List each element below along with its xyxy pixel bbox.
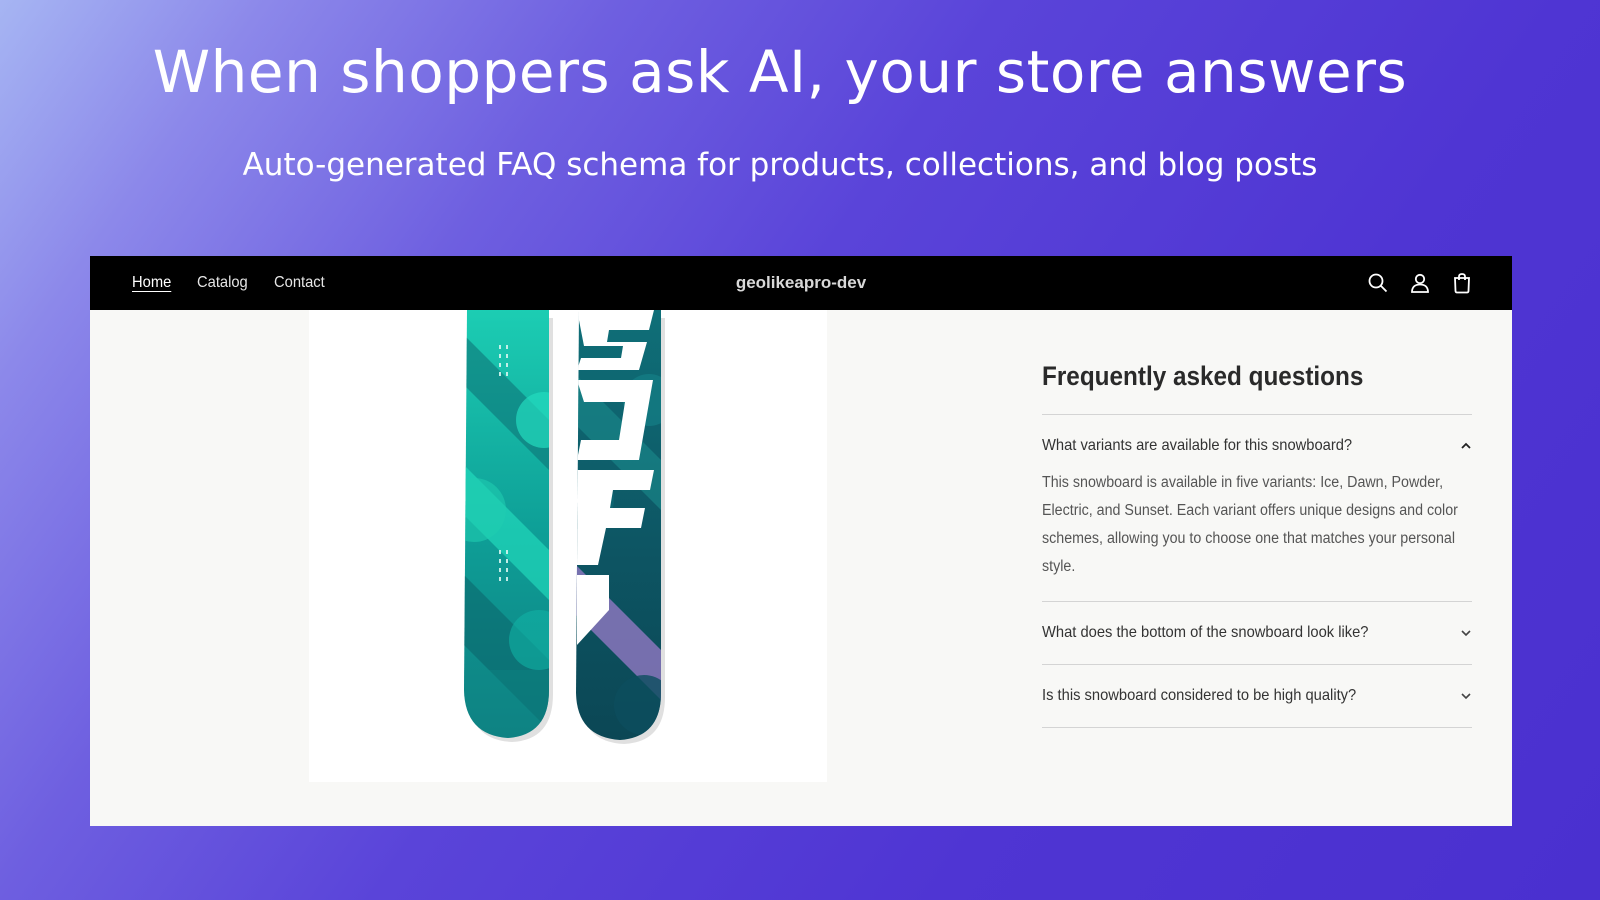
faq-question-text: What variants are available for this sno… — [1042, 437, 1353, 454]
store-name[interactable]: geolikeapro-dev — [90, 256, 1512, 310]
faq-title: Frequently asked questions — [1042, 361, 1364, 391]
faq-question-button[interactable]: What variants are available for this sno… — [1042, 415, 1472, 477]
chevron-down-icon — [1460, 690, 1472, 702]
faq-question-text: What does the bottom of the snowboard lo… — [1042, 624, 1369, 641]
store-screenshot: Home Catalog Contact geolikeapro-dev Fre… — [90, 256, 1512, 826]
search-icon[interactable] — [1366, 271, 1390, 295]
faq-item: What does the bottom of the snowboard lo… — [1042, 602, 1472, 664]
chevron-down-icon — [1460, 627, 1472, 639]
faq-question-button[interactable]: What does the bottom of the snowboard lo… — [1042, 602, 1472, 664]
hero-headline: When shoppers ask AI, your store answers — [152, 38, 1408, 106]
chevron-up-icon — [1460, 440, 1472, 452]
faq-question-text: Is this snowboard considered to be high … — [1042, 687, 1357, 704]
faq-item: Is this snowboard considered to be high … — [1042, 665, 1472, 727]
faq-question-button[interactable]: Is this snowboard considered to be high … — [1042, 665, 1472, 727]
cart-icon[interactable] — [1450, 271, 1474, 295]
snowboard-image — [464, 310, 665, 744]
faq-answer: This snowboard is available in five vari… — [1042, 474, 1458, 575]
store-header: Home Catalog Contact geolikeapro-dev — [90, 256, 1512, 310]
header-icons — [1366, 256, 1474, 310]
faq-item: What variants are available for this sno… — [1042, 415, 1472, 581]
faq-section: Frequently asked questions What variants… — [1042, 361, 1472, 728]
faq-divider — [1042, 727, 1472, 728]
account-icon[interactable] — [1408, 271, 1432, 295]
product-image[interactable] — [309, 310, 827, 782]
hero-subheadline: Auto-generated FAQ schema for products, … — [242, 147, 1318, 183]
